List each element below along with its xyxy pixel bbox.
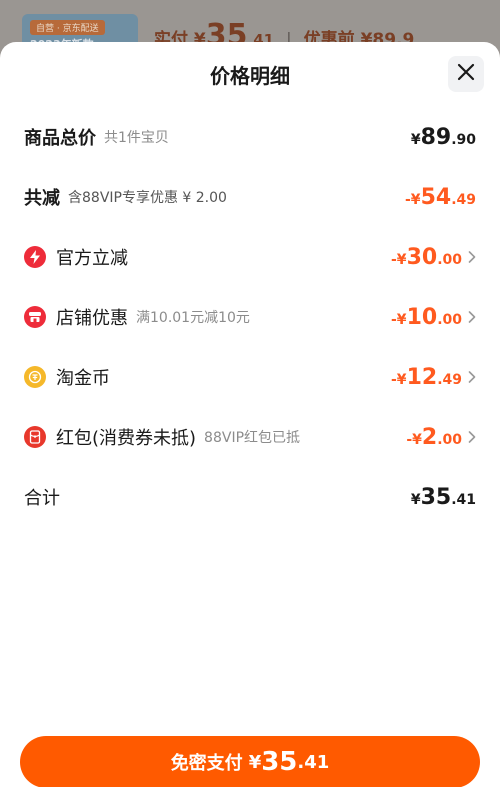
row-red-packet[interactable]: 红包(消费券未抵) 88VIP红包已抵 -¥ 2.00	[24, 422, 476, 452]
row-label: 红包(消费券未抵)	[56, 428, 197, 449]
amount-dec: .49	[451, 191, 476, 208]
amount-currency: -¥	[391, 251, 407, 268]
chevron-right-icon	[468, 431, 476, 443]
amount-int: 54	[420, 184, 452, 210]
chevron-right-icon	[468, 251, 476, 263]
amount-int: 2	[421, 424, 438, 450]
row-sublabel: 共1件宝贝	[104, 130, 169, 146]
chevron-right-icon	[468, 311, 476, 323]
row-sublabel: 88VIP红包已抵	[204, 430, 301, 446]
row-amount: -¥ 30.00	[391, 245, 462, 270]
amount-dec: .49	[437, 371, 462, 388]
row-amount: -¥ 12.49	[391, 365, 462, 390]
amount-currency: -¥	[406, 431, 422, 448]
sheet-title: 价格明细	[210, 64, 290, 88]
row-grand-total: 合计 ¥35.41	[24, 482, 476, 512]
row-taobao-coins[interactable]: 淘金币 -¥ 12.49	[24, 362, 476, 392]
amount-currency: -¥	[391, 371, 407, 388]
amount-dec: .00	[437, 431, 462, 448]
pay-button-int: 35	[261, 747, 298, 777]
pay-button-label: 免密支付	[170, 753, 243, 774]
pay-button-dec: .41	[297, 751, 330, 773]
row-official-discount[interactable]: 官方立减 -¥ 30.00	[24, 242, 476, 272]
row-sublabel: 含88VIP专享优惠 ¥ 2.00	[68, 190, 227, 206]
row-label: 店铺优惠	[56, 308, 128, 329]
close-button[interactable]	[448, 56, 484, 92]
thumbnail-tag: 自营 · 京东配送	[30, 20, 105, 35]
pay-button-currency: ¥	[248, 751, 262, 773]
amount-int: 12	[406, 364, 438, 390]
shop-icon	[24, 306, 46, 328]
close-icon	[457, 63, 475, 85]
row-total-goods-price: 商品总价 共1件宝贝 ¥89.90	[24, 122, 476, 152]
row-amount: -¥ 10.00	[391, 305, 462, 330]
amount-int: 89	[420, 124, 452, 150]
row-label: 合计	[24, 488, 60, 509]
row-amount: -¥ 54.49	[405, 185, 476, 210]
red-packet-icon	[24, 426, 46, 448]
row-amount: ¥35.41	[411, 485, 476, 510]
amount-currency: ¥	[410, 131, 421, 148]
password-free-pay-button[interactable]: 免密支付 ¥35.41	[20, 736, 480, 787]
amount-dec: .00	[437, 251, 462, 268]
row-sublabel: 满10.01元减10元	[136, 310, 250, 326]
amount-currency: -¥	[405, 191, 421, 208]
row-shop-discount[interactable]: 店铺优惠 满10.01元减10元 -¥ 10.00	[24, 302, 476, 332]
row-label: 共减	[24, 188, 60, 209]
row-amount: -¥ 2.00	[406, 425, 462, 450]
amount-dec: .41	[451, 491, 476, 508]
amount-int: 30	[406, 244, 438, 270]
row-label: 官方立减	[56, 248, 128, 269]
row-label: 淘金币	[56, 368, 110, 389]
lightning-bolt-icon	[24, 246, 46, 268]
amount-int: 10	[406, 304, 438, 330]
amount-dec: .90	[451, 131, 476, 148]
amount-dec: .00	[437, 311, 462, 328]
coin-icon	[24, 366, 46, 388]
row-label: 商品总价	[24, 128, 96, 149]
amount-currency: -¥	[391, 311, 407, 328]
price-detail-sheet: 价格明细 商品总价 共1件宝贝 ¥89.90 共减 含88VIP专享优惠 ¥ 2…	[0, 42, 500, 787]
row-total-discount: 共减 含88VIP专享优惠 ¥ 2.00 -¥ 54.49	[24, 182, 476, 212]
amount-int: 35	[420, 484, 452, 510]
row-amount: ¥89.90	[411, 125, 476, 150]
chevron-right-icon	[468, 371, 476, 383]
amount-currency: ¥	[410, 491, 421, 508]
